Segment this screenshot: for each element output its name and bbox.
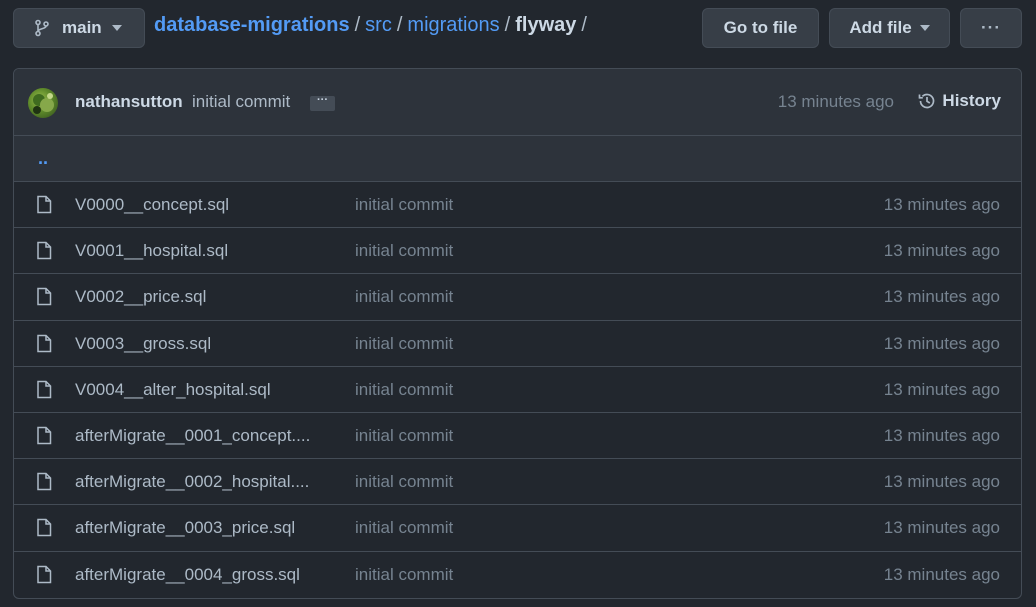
file-commit-time: 13 minutes ago: [883, 287, 1000, 307]
expand-commit-message-button[interactable]: ···: [310, 95, 335, 111]
history-link[interactable]: History: [917, 91, 1001, 111]
breadcrumb-repo-link[interactable]: database-migrations: [154, 14, 350, 37]
latest-commit-header: nathansutton initial commit ··· 13 minut…: [14, 69, 1021, 136]
breadcrumb-link-src[interactable]: src: [365, 14, 392, 37]
file-list: V0000__concept.sql initial commit 13 min…: [14, 182, 1021, 598]
file-name-link[interactable]: V0001__hospital.sql: [75, 241, 333, 261]
file-commit-message-link[interactable]: initial commit: [355, 380, 453, 400]
file-commit-message-link[interactable]: initial commit: [355, 241, 453, 261]
breadcrumb-current-folder: flyway: [515, 14, 577, 36]
branch-selector-button[interactable]: main: [13, 8, 145, 48]
file-name-link[interactable]: V0004__alter_hospital.sql: [75, 380, 333, 400]
file-name-link[interactable]: afterMigrate__0001_concept....: [75, 426, 333, 446]
file-name-link[interactable]: V0003__gross.sql: [75, 334, 333, 354]
file-commit-time: 13 minutes ago: [883, 425, 1000, 445]
file-row[interactable]: V0002__price.sql initial commit 13 minut…: [14, 274, 1021, 321]
file-commit-message-link[interactable]: initial commit: [355, 334, 453, 354]
file-name-link[interactable]: V0000__concept.sql: [75, 195, 333, 215]
file-commit-time: 13 minutes ago: [883, 564, 1000, 584]
file-icon: [37, 380, 52, 398]
breadcrumb-separator: /: [354, 14, 361, 36]
file-icon: [37, 195, 52, 214]
file-name-link[interactable]: afterMigrate__0003_price.sql: [75, 518, 333, 538]
breadcrumb-separator: /: [504, 14, 511, 36]
file-commit-message-link[interactable]: initial commit: [355, 472, 453, 492]
breadcrumb-link-migrations[interactable]: migrations: [407, 14, 499, 37]
add-file-button[interactable]: Add file: [829, 8, 950, 48]
file-name-link[interactable]: V0002__price.sql: [75, 287, 333, 307]
file-icon: [37, 241, 52, 260]
add-file-label: Add file: [849, 18, 912, 37]
file-row[interactable]: afterMigrate__0003_price.sql initial com…: [14, 505, 1021, 552]
breadcrumb: database-migrations / src / migrations /…: [154, 14, 592, 37]
file-commit-time: 13 minutes ago: [883, 333, 1000, 353]
file-icon: [37, 334, 52, 352]
more-options-button[interactable]: ···: [960, 8, 1022, 48]
parent-directory-link[interactable]: ..: [38, 148, 48, 169]
file-row[interactable]: V0001__hospital.sql initial commit 13 mi…: [14, 228, 1021, 275]
file-commit-message-link[interactable]: initial commit: [355, 426, 453, 446]
file-row[interactable]: V0004__alter_hospital.sql initial commit…: [14, 367, 1021, 413]
file-row[interactable]: V0003__gross.sql initial commit 13 minut…: [14, 321, 1021, 367]
caret-down-icon: [919, 25, 930, 31]
history-label: History: [942, 91, 1001, 110]
go-to-file-label: Go to file: [723, 18, 798, 37]
file-icon: [37, 288, 52, 306]
file-commit-message-link[interactable]: initial commit: [355, 565, 453, 585]
breadcrumb-separator: /: [581, 14, 587, 36]
file-commit-message-link[interactable]: initial commit: [355, 518, 453, 538]
file-icon: [37, 565, 52, 583]
breadcrumb-separator: /: [396, 14, 403, 36]
branch-name: main: [62, 18, 102, 37]
file-row[interactable]: afterMigrate__0004_gross.sql initial com…: [14, 552, 1021, 598]
repo-navigation-bar: main database-migrations / src / migrati…: [0, 0, 1036, 58]
commit-author-link[interactable]: nathansutton: [75, 92, 183, 112]
file-commit-time: 13 minutes ago: [883, 241, 1000, 261]
file-commit-time: 13 minutes ago: [883, 518, 1000, 538]
avatar[interactable]: [28, 88, 58, 118]
file-commit-message-link[interactable]: initial commit: [355, 287, 453, 307]
parent-directory-row[interactable]: ..: [14, 136, 1021, 182]
file-row[interactable]: afterMigrate__0001_concept.... initial c…: [14, 413, 1021, 460]
file-name-link[interactable]: afterMigrate__0004_gross.sql: [75, 565, 333, 585]
file-commit-time: 13 minutes ago: [883, 472, 1000, 492]
history-icon: [919, 93, 935, 109]
kebab-horizontal-icon: ···: [981, 18, 1001, 37]
file-icon: [37, 519, 52, 537]
go-to-file-button[interactable]: Go to file: [702, 8, 819, 48]
commit-timestamp: 13 minutes ago: [777, 92, 894, 111]
file-commit-time: 13 minutes ago: [883, 195, 1000, 214]
file-browser: nathansutton initial commit ··· 13 minut…: [13, 68, 1022, 599]
caret-down-icon: [111, 25, 122, 31]
file-commit-time: 13 minutes ago: [883, 379, 1000, 399]
file-name-link[interactable]: afterMigrate__0002_hospital....: [75, 472, 333, 492]
git-branch-icon: [35, 19, 49, 37]
file-row[interactable]: afterMigrate__0002_hospital.... initial …: [14, 459, 1021, 506]
file-icon: [37, 426, 52, 445]
file-icon: [37, 472, 52, 491]
commit-message-link[interactable]: initial commit: [192, 92, 290, 112]
file-row[interactable]: V0000__concept.sql initial commit 13 min…: [14, 182, 1021, 229]
file-commit-message-link[interactable]: initial commit: [355, 195, 453, 215]
